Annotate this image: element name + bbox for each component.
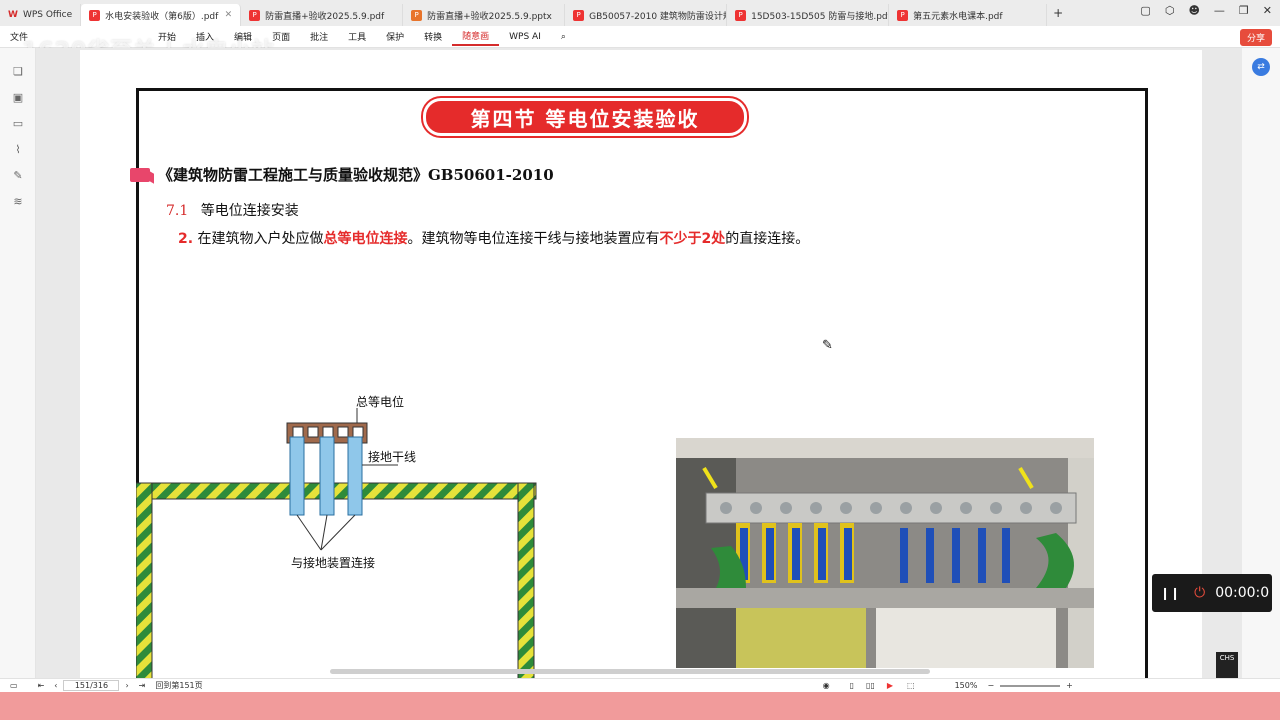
comment-icon[interactable]: ▭ — [0, 110, 36, 136]
bookmark-icon[interactable]: ❏ — [0, 58, 36, 84]
search-icon[interactable]: ⌕ — [551, 32, 576, 42]
wps-logo-icon: W — [8, 10, 18, 20]
thumbnail-icon[interactable]: ▣ — [0, 84, 36, 110]
pdf-icon: P — [573, 9, 585, 21]
document-canvas: 第四节 等电位安装验收 《建筑物防雷工程施工与质量验收规范》GB50601-20… — [36, 48, 1242, 690]
window-controls: ▢ ⬡ ☻ — ❐ ✕ — [1140, 4, 1272, 17]
ground-conductors — [289, 436, 363, 516]
clause-highlight: 总等电位连接 — [323, 231, 408, 247]
goto-page-link[interactable]: 回到第151页 — [155, 680, 202, 691]
tab-active-pdf[interactable]: P 水电安装验收（第6版）.pdf ✕ — [81, 4, 242, 26]
sidebar-toggle-icon[interactable]: ▭ — [10, 681, 18, 690]
tab-label: 15D503-15D505 防雷与接地.pdf — [751, 11, 890, 22]
section-heading: 7.1 等电位连接安装 — [166, 200, 299, 220]
tab-label: 水电安装验收（第6版）.pdf — [105, 11, 219, 22]
page-title: 第四节 等电位安装验收 — [423, 98, 747, 136]
clause-part: 。建筑物等电位连接干线与接地装置应有 — [407, 231, 660, 247]
ppt-icon: P — [411, 9, 423, 21]
close-icon[interactable]: ✕ — [225, 10, 233, 20]
tab-pdf[interactable]: P GB50057-2010 建筑物防雷设计规 — [565, 4, 728, 26]
clause-text: 2. 在建筑物入户处应做总等电位连接。建筑物等电位连接干线与接地装置应有不少于2… — [178, 228, 809, 248]
zoom-slider[interactable] — [1000, 684, 1061, 687]
pdf-icon: P — [735, 9, 747, 21]
tab-label: 防雷直播+验收2025.5.9.pdf — [265, 11, 385, 22]
section-text: 等电位连接安装 — [200, 203, 299, 219]
attachment-icon[interactable]: ⌇ — [0, 136, 36, 162]
maximize-icon[interactable]: ❐ — [1239, 4, 1249, 17]
label-ground-trunk: 接地干线 — [368, 449, 416, 464]
next-page-icon[interactable]: › — [125, 681, 128, 690]
busbar-terminals — [292, 426, 364, 438]
clause-highlight: 不少于2处 — [659, 231, 726, 247]
menu-item-convert[interactable]: 转换 — [414, 30, 452, 43]
ime-indicator[interactable]: CHS — [1216, 652, 1238, 680]
standard-heading: 《建筑物防雷工程施工与质量验收规范》GB50601-2010 — [130, 164, 554, 185]
add-tab-icon[interactable]: + — [1053, 6, 1063, 20]
tab-pdf[interactable]: P 15D503-15D505 防雷与接地.pdf — [727, 4, 890, 26]
single-page-icon[interactable]: ▯ — [850, 681, 854, 690]
clause-part: 的直接连接。 — [725, 231, 810, 247]
menu-item-draw[interactable]: 随意画 — [452, 28, 500, 46]
close-window-icon[interactable]: ✕ — [1263, 4, 1272, 17]
tab-wps-home[interactable]: W WPS Office — [0, 4, 82, 26]
clause-number: 2. — [178, 231, 194, 247]
left-sidebar: ❏ ▣ ▭ ⌇ ✎ ≋ — [0, 48, 36, 678]
status-bar: ▭ ⇤ ‹ 151/316 › ⇥ 回到第151页 ◉ ▯ ▯▯ ▶ ⬚ 150… — [0, 678, 1280, 692]
busbar-photo — [676, 438, 1094, 668]
pen-cursor-icon: ✎ — [822, 338, 833, 353]
pdf-icon: P — [249, 9, 261, 21]
view-mode-icon[interactable]: ◉ — [823, 681, 830, 690]
minimize-icon[interactable]: — — [1214, 4, 1225, 17]
recording-time: 00:00:0 — [1215, 585, 1270, 601]
bottom-overlay-bar — [0, 692, 1280, 720]
pdf-icon: P — [89, 9, 101, 21]
tab-label: WPS Office — [22, 10, 73, 20]
stop-icon[interactable]: ⏻ — [1194, 585, 1205, 601]
double-page-icon[interactable]: ▯▯ — [866, 681, 875, 690]
tab-pptx[interactable]: P 防雷直播+验收2025.5.9.pptx — [403, 4, 566, 26]
label-main-bonding: 总等电位 — [356, 394, 404, 409]
building-wall — [136, 482, 537, 690]
prev-page-icon[interactable]: ‹ — [54, 681, 57, 690]
last-page-icon[interactable]: ⇥ — [139, 681, 146, 690]
restore-icon[interactable]: ▢ — [1140, 4, 1150, 17]
settings-icon[interactable]: ⬡ — [1165, 4, 1175, 17]
share-button[interactable]: 分享 — [1239, 29, 1272, 46]
signature-icon[interactable]: ✎ — [0, 162, 36, 188]
horizontal-scrollbar[interactable] — [330, 669, 930, 674]
section-number: 7.1 — [166, 203, 189, 219]
menu-item-protect[interactable]: 保护 — [376, 30, 414, 43]
tab-label: 第五元素水电课本.pdf — [913, 11, 1003, 22]
recording-widget: ❙❙ ⏻ 00:00:0 — [1152, 574, 1272, 612]
zoom-out-icon[interactable]: − — [987, 681, 994, 690]
tab-label: GB50057-2010 建筑物防雷设计规 — [589, 11, 728, 22]
tab-pdf[interactable]: P 第五元素水电课本.pdf — [889, 4, 1048, 26]
zoom-in-icon[interactable]: + — [1066, 681, 1073, 690]
first-page-icon[interactable]: ⇤ — [38, 681, 45, 690]
menu-item-comment[interactable]: 批注 — [300, 30, 338, 43]
bonding-diagram: 总等电位 接地干线 与接地装置连接 — [136, 394, 537, 690]
pdf-page: 第四节 等电位安装验收 《建筑物防雷工程施工与质量验收规范》GB50601-20… — [80, 50, 1202, 690]
page-number-input[interactable]: 151/316 — [63, 680, 120, 691]
translate-icon[interactable]: ⇄ — [1252, 58, 1270, 76]
play-icon[interactable]: ▶ — [887, 681, 893, 690]
pdf-icon: P — [897, 9, 909, 21]
book-icon — [130, 167, 150, 182]
menu-item-wps-ai[interactable]: WPS AI — [499, 32, 551, 42]
fit-width-icon[interactable]: ⬚ — [907, 681, 915, 690]
standard-text: 《建筑物防雷工程施工与质量验收规范》GB50601-2010 — [158, 166, 554, 184]
tab-label: 防雷直播+验收2025.5.9.pptx — [427, 11, 552, 22]
tab-bar: W WPS Office P 水电安装验收（第6版）.pdf ✕ P 防雷直播+… — [0, 0, 1280, 26]
tab-pdf[interactable]: P 防雷直播+验收2025.5.9.pdf — [241, 4, 404, 26]
clause-part: 在建筑物入户处应做 — [197, 231, 324, 247]
zoom-level[interactable]: 150% — [955, 681, 978, 690]
label-connect-ground: 与接地装置连接 — [291, 555, 375, 570]
pause-icon[interactable]: ❙❙ — [1160, 586, 1180, 600]
avatar[interactable]: ☻ — [1188, 4, 1199, 17]
layers-icon[interactable]: ≋ — [0, 188, 36, 214]
menu-item-tools[interactable]: 工具 — [338, 30, 376, 43]
